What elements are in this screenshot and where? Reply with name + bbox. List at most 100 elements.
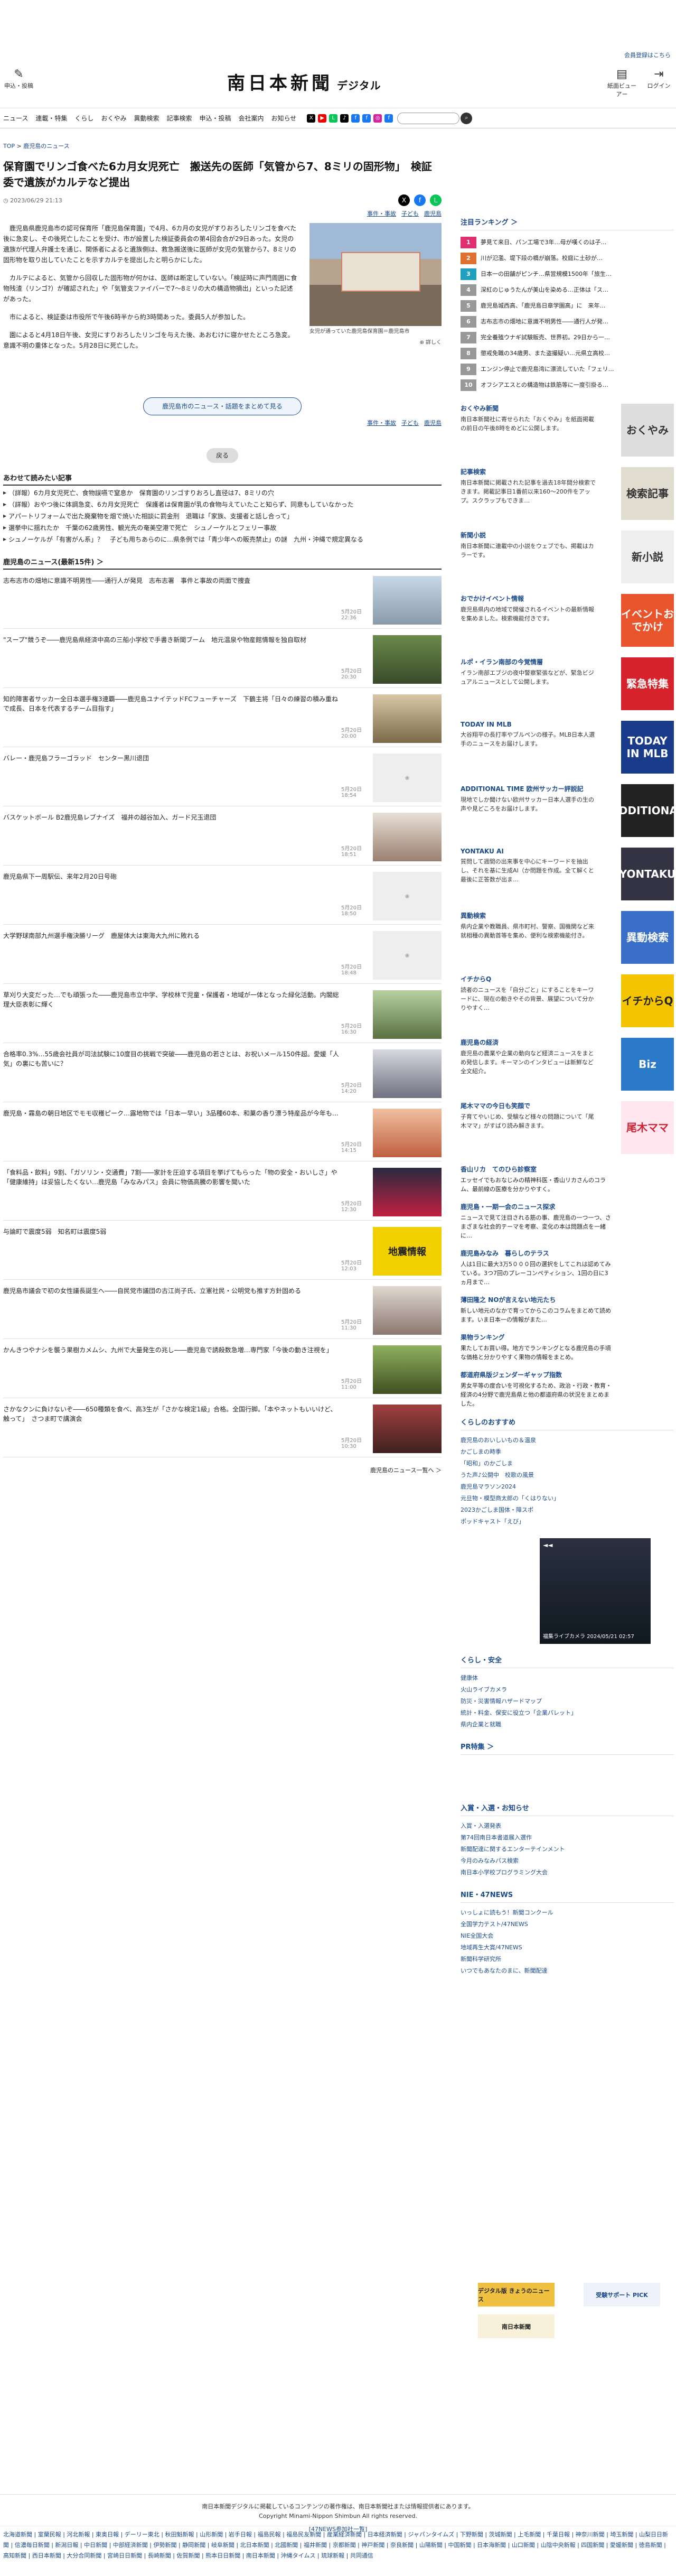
news-headline[interactable]: かんきつやナシを襲う果樹カメムシ、九州で大量発生の兆し――鹿児島で誘殺数急増…専…	[3, 1345, 341, 1355]
column-link[interactable]: 鹿児島みなみ 暮らしのテラス 人は1日に最大3万5０００回の選択をしてこれは認めて…	[461, 1249, 674, 1287]
feature-block[interactable]: ルポ・イラン南部の今覚情層 イラン南部エブジの夜中警察緊張などが、緊急ビジュアルニ…	[461, 657, 674, 710]
related-item[interactable]: 選挙中に揺れたか 千葉の62歳男性、観光先の奄美空港で死亡 シュノーケルとフェリ…	[3, 524, 442, 532]
feature-block[interactable]: 異動検索 県内企業や教職員、県市町村、警察、国機関など来就相種の異動首等を集め、便…	[461, 911, 674, 964]
column-link-title[interactable]: 香山リカ てのひら診察室	[461, 1165, 614, 1174]
feature-block-title[interactable]: ADDITIONAL TIME 欧州サッカー評説記	[461, 784, 598, 793]
post-button[interactable]: ✎ 申込・投稿	[4, 68, 33, 90]
feature-block-banner[interactable]: Biz	[621, 1038, 674, 1091]
ranking-title[interactable]: 注目ランキング ＞	[461, 217, 674, 230]
news-row[interactable]: 志布志市の畑地に意識不明男性――通行人が発見 志布志署 事件と事故の両面で捜査 5…	[3, 570, 442, 629]
ranking-item[interactable]: 6 志布志市の畑地に意識不明男性――通行人が発…	[461, 314, 674, 330]
ranking-item[interactable]: 2 川が氾濫、堤下段の橋が崩落。校庭に土砂が…	[461, 250, 674, 266]
sidebar-link[interactable]: 鹿児島のおいしいもの＆温泉	[461, 1435, 674, 1446]
news-headline[interactable]: 草刈り大変だった…でも頑張った――鹿児島市立中学、学校林で児童・保護者・地域が一…	[3, 990, 341, 1009]
sidebar-link[interactable]: 鹿児島マラソン2024	[461, 1481, 674, 1493]
feature-block-title[interactable]: YONTAKU AI	[461, 848, 598, 855]
youtube-icon[interactable]: ▶	[318, 114, 327, 123]
feature-block-title[interactable]: おでかけイベント情報	[461, 594, 598, 603]
column-link-title[interactable]: 鹿児島・一期一会のニュース探求	[461, 1202, 614, 1211]
feature-block-banner[interactable]: 緊急特集	[621, 657, 674, 710]
related-item[interactable]: シュノーケルが「有害がん系」？ 子ども用ちあらのに…県条例では「青少年への販売禁…	[3, 535, 442, 544]
news-headline[interactable]: 鹿児島市議会で初の女性議長誕生へ――自民党市議団の古江尚子氏、立憲社民・公明党も…	[3, 1286, 341, 1296]
share-line-icon[interactable]: L	[430, 194, 442, 206]
news-headline[interactable]: 与論町で震度5弱 知名町は震度5弱	[3, 1227, 341, 1236]
nav-item-notice[interactable]: お知らせ	[271, 114, 297, 123]
facebook-icon[interactable]: f	[351, 114, 360, 123]
news-headline[interactable]: 知的障害者サッカー全日本選手権3連覇――鹿児島ユナイテッドFCフューチャーズ 下…	[3, 694, 341, 713]
news-row[interactable]: 与論町で震度5弱 知名町は震度5弱 5月20日 12:03 地震情報	[3, 1221, 442, 1280]
news-more-link[interactable]: 鹿児島のニュース一覧へ ＞	[3, 1466, 442, 1474]
news-row[interactable]: 「食料品・飲料」9割、「ガソリン・交通費」7割――家計を圧迫する項目を挙げてもら…	[3, 1161, 442, 1221]
tag-children[interactable]: 子ども	[401, 420, 419, 426]
member-register-label[interactable]: 会員登録	[624, 52, 647, 59]
ad-banner-pick[interactable]: 受験サポート PICK	[584, 2283, 660, 2307]
nav-item-news[interactable]: ニュース	[3, 114, 28, 123]
sidebar-link[interactable]: 新聞科学研究所	[461, 1954, 674, 1965]
news-thumbnail[interactable]	[373, 1405, 442, 1453]
search-input[interactable]	[397, 112, 460, 124]
sidebar-link[interactable]: 新聞配達に関するエンターテインメント	[461, 1844, 674, 1855]
tag-children[interactable]: 子ども	[401, 210, 419, 217]
news-headline[interactable]: 志布志市の畑地に意識不明男性――通行人が発見 志布志署 事件と事故の両面で捜査	[3, 576, 341, 585]
instagram-icon[interactable]: ◎	[373, 114, 382, 123]
news-row[interactable]: 鹿児島・霧島の朝日地区でモモ収穫ピーク…露地物では「日本一早い」3品種60本、和…	[3, 1102, 442, 1161]
sidebar-link[interactable]: 「昭和」のかごしま	[461, 1458, 674, 1470]
nav-item-article-search[interactable]: 記事検索	[166, 114, 192, 123]
column-link-title[interactable]: 薄田隆之 NOが言えない地元たち	[461, 1295, 614, 1304]
feature-block-banner[interactable]: 尾木ママ	[621, 1101, 674, 1154]
share-facebook-icon[interactable]: f	[414, 194, 426, 206]
more-city-news-button[interactable]: 鹿児島市のニュース・話題をまとめて見る	[143, 397, 302, 415]
news-thumbnail[interactable]	[373, 1109, 442, 1157]
column-link[interactable]: 薄田隆之 NOが言えない地元たち 新しい地元のなかで育ってからこのコラムをまとめて…	[461, 1295, 674, 1324]
news-thumbnail[interactable]	[373, 694, 442, 743]
news-headline[interactable]: 鹿児島県下一周駅伝、来年2月20日号砲	[3, 872, 341, 881]
nav-item-life[interactable]: くらし	[74, 114, 93, 123]
ranking-text[interactable]: 夢見て来日、パン工場で3年…母が嘆くのは子…	[481, 235, 607, 250]
news-thumbnail-quake[interactable]: 地震情報	[373, 1227, 442, 1276]
news-headline[interactable]: 「食料品・飲料」9割、「ガソリン・交通費」7割――家計を圧迫する項目を挙げてもら…	[3, 1168, 341, 1187]
news-row[interactable]: 草刈り大変だった…でも頑張った――鹿児島市立中学、学校林で児童・保護者・地域が一…	[3, 984, 442, 1043]
ranking-item[interactable]: 10 オフシアエスとの構造物は鉄筋等に一度引掛る…	[461, 377, 674, 393]
news-thumbnail[interactable]	[373, 990, 442, 1039]
article-photo[interactable]: 女児が通っていた鹿児島保育園＝鹿児島市 ⊕ 詳しく	[309, 223, 442, 355]
column-link-title[interactable]: 鹿児島みなみ 暮らしのテラス	[461, 1249, 614, 1258]
related-item[interactable]: （詳報）6カ月女児死亡、食物誤嚥で窒息か 保育園のリンゴすりおろし直径は7、8ミ…	[3, 489, 442, 497]
feature-block[interactable]: YONTAKU AI 質問して週間の出来事を中心にキーワードを抽出し、それを基に生…	[461, 848, 675, 900]
news-headline[interactable]: バスケットボール B2鹿児島レブナイズ 福井の越谷加入、ガード兄玉退団	[3, 813, 341, 822]
feature-block[interactable]: おくやみ新聞 南日本新聞社に寄せられた「おくやみ」を紙面掲載の前日の午後8時をめど…	[461, 404, 674, 457]
ranking-item[interactable]: 8 懲戒免職の34歳男、また盗撮疑い…元県立高校…	[461, 346, 674, 361]
feature-block-title[interactable]: ルポ・イラン南部の今覚情層	[461, 657, 598, 666]
sidebar-link[interactable]: 地域再生大賞/47NEWS	[461, 1942, 674, 1954]
feature-block[interactable]: 記事検索 南日本新聞に掲載された記事を過去18年間分検索できます。掲載記事日1番前…	[461, 467, 674, 520]
nav-item-transfer[interactable]: 異動検索	[134, 114, 159, 123]
sidebar-link[interactable]: 元旦物・模型商太郎の「くはりない」	[461, 1493, 674, 1504]
sidebar-link[interactable]: 県内企業と就職	[461, 1719, 674, 1731]
news-row[interactable]: さかなクンに負けないぞ――650種類を食べ、高3生が「さかな検定1級」合格。全国…	[3, 1398, 442, 1457]
feature-block-banner[interactable]: 検索記事	[621, 467, 674, 520]
news-headline[interactable]: 鹿児島・霧島の朝日地区でモモ収穫ピーク…露地物では「日本一早い」3品種60本、和…	[3, 1109, 341, 1118]
news-thumbnail[interactable]	[373, 1168, 442, 1216]
nursery-photo[interactable]	[309, 223, 442, 326]
sidebar-link[interactable]: いっしょに読もう！新聞コンクール	[461, 1907, 674, 1919]
ranking-item[interactable]: 7 完全養殖ウナギ試験販売、世界初。29日から一…	[461, 330, 674, 346]
feature-block-title[interactable]: 異動検索	[461, 911, 598, 920]
news-row[interactable]: "スープ"競うぞ――鹿児島県経済中高の三船小学校で手書き新聞ブーム 地元温泉や物…	[3, 629, 442, 688]
ranking-text[interactable]: 川が氾濫、堤下段の橋が崩落。校庭に土砂が…	[481, 250, 603, 266]
ranking-item[interactable]: 9 エンジン停止で鹿児島湾に漂流していた「フェリ…	[461, 361, 674, 377]
search-button[interactable]: ⌕	[461, 112, 473, 124]
feature-block-banner[interactable]: 異動検索	[621, 911, 674, 964]
feature-block-title[interactable]: 鹿児島の経済	[461, 1038, 598, 1047]
tag-accident[interactable]: 事件・事故	[367, 420, 396, 426]
feature-block-banner[interactable]: イチからQ	[621, 974, 674, 1027]
member-register-link[interactable]: 会員登録はこちら	[624, 51, 671, 59]
ranking-item[interactable]: 5 鹿児島城西高、「鹿児島日章学園高」に 来年…	[461, 298, 674, 314]
feature-block[interactable]: イチからQ 読者のニュースを「自分ごと」にすることをキーワードに、現在の動きやその…	[461, 974, 674, 1027]
news-row[interactable]: 大学野球南部九州選手権決勝リーグ 鹿屋体大は東海大九州に敗れる 5月20日 18:…	[3, 925, 442, 984]
news-row[interactable]: かんきつやナシを襲う果樹カメムシ、九州で大量発生の兆し――鹿児島で誘殺数急増…専…	[3, 1339, 442, 1398]
feature-block[interactable]: おでかけイベント情報 鹿児島県内の地域で開催されるイベントの最新情報を集めました。…	[461, 594, 674, 647]
related-item[interactable]: （詳報）おやつ後に体調急変、6カ月女児死亡 保護者は保育園が乳の食物与えていたこ…	[3, 500, 442, 509]
news-headline[interactable]: 大学野球南部九州選手権決勝リーグ 鹿屋体大は東海大九州に敗れる	[3, 931, 341, 941]
back-button[interactable]: 戻る	[206, 448, 238, 463]
sidebar-link[interactable]: 統計・料金、保安に役立つ「企業パレット」	[461, 1707, 674, 1719]
news-thumbnail[interactable]	[373, 813, 442, 861]
